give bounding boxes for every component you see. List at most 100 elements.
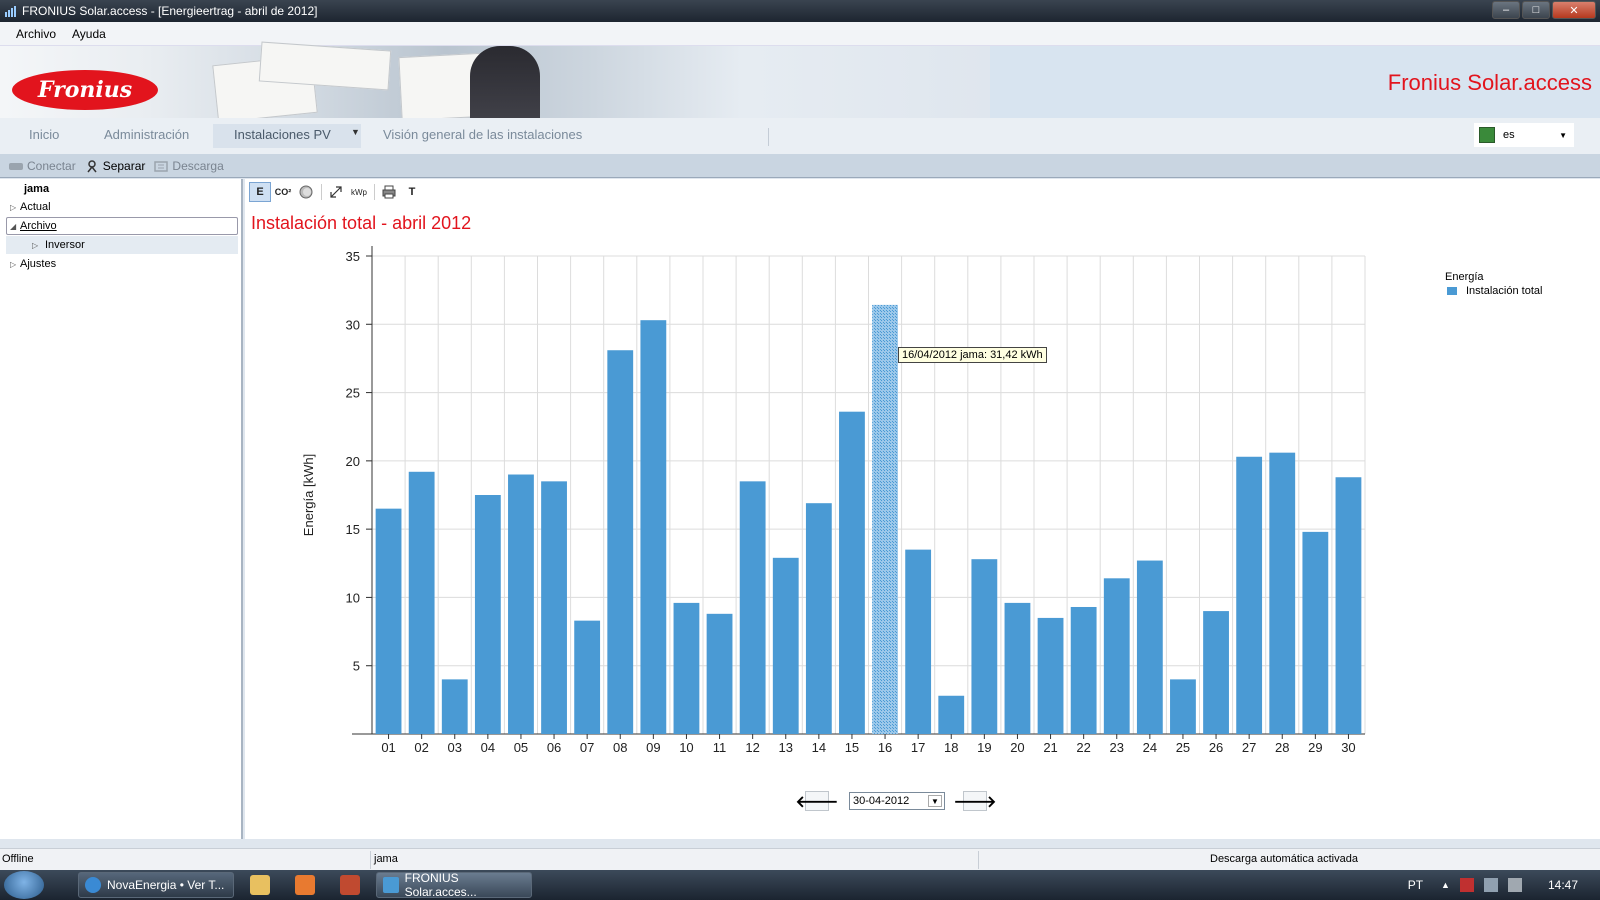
legend-title: Energía [1445,271,1484,283]
x-tick-label: 08 [613,740,627,755]
expand-icon[interactable]: ▷ [32,241,42,250]
menu-archivo[interactable]: Archivo [10,27,62,41]
x-tick-label: 29 [1308,740,1322,755]
y-tick-label: 20 [346,454,360,469]
x-tick-label: 06 [547,740,561,755]
browser-icon [85,877,101,893]
legend-item: Instalación total [1447,285,1542,297]
y-tick-label: 25 [346,386,360,401]
x-tick-label: 13 [779,740,793,755]
y-tick-label: 35 [346,249,360,264]
bar [1170,679,1196,734]
windows-taskbar: NovaEnergia • Ver T... FRONIUS Solar.acc… [0,870,1600,900]
next-month-button[interactable]: 🡒 [954,791,996,811]
tree-item-inversor[interactable]: ▷ Inversor [32,239,85,251]
legend-label: Instalación total [1466,285,1543,297]
date-navigator: 🡐 30-04-2012 ▼ 🡒 [796,791,996,811]
bar [1302,531,1329,734]
tab-administracion[interactable]: Administración [104,127,189,142]
x-tick-label: 11 [713,740,727,755]
network-signal-icon[interactable] [1483,878,1498,892]
expand-icon[interactable]: ▷ [10,260,20,269]
x-tick-label: 20 [1010,740,1024,755]
bar [805,503,832,734]
x-tick-label: 19 [977,740,991,755]
download-icon [154,160,169,172]
connect-label: Conectar [27,158,76,173]
x-tick-label: 30 [1341,740,1355,755]
volume-muted-icon[interactable] [1507,878,1522,892]
bar [839,411,865,734]
y-axis-label: Energía [kWh] [301,454,316,536]
chevron-down-icon[interactable]: ▼ [351,127,360,137]
y-tick-label: 15 [346,522,360,537]
bar [1236,456,1263,734]
nav-divider [768,128,769,146]
date-select[interactable]: 30-04-2012 ▼ [849,792,945,810]
x-tick-label: 27 [1242,740,1256,755]
bar [1335,477,1362,734]
start-button[interactable] [4,871,44,899]
bar [1004,602,1031,734]
x-tick-label: 21 [1043,740,1057,755]
bar [938,695,965,734]
x-tick-label: 12 [745,740,759,755]
expand-icon[interactable]: ▷ [10,203,20,212]
disconnect-label: Separar [102,158,146,173]
tree-item-actual[interactable]: ▷ Actual [10,201,51,213]
tree-root-jama[interactable]: jama [24,183,49,195]
x-tick-label: 16 [878,740,892,755]
language-select[interactable]: es ▼ [1474,123,1574,147]
explorer-icon[interactable] [250,875,270,895]
x-tick-label: 25 [1176,740,1190,755]
menu-bar: Archivo Ayuda [0,22,1600,46]
collapse-icon[interactable]: ◢ [10,222,20,231]
previous-month-button[interactable]: 🡐 [796,791,838,811]
fronius-logo: Fronius [12,70,158,110]
bar [772,557,799,734]
menu-ayuda[interactable]: Ayuda [66,27,112,41]
energy-bar-chart: 5 10 15 20 25 30 35 01 02 03 04 05 06 07 08 09 10 11 12 13 1… [301,246,1366,755]
main-navigation: Inicio Administración Instalaciones PV ▼… [0,118,1600,154]
bar [1203,611,1229,734]
bar [1269,452,1296,734]
bar [541,481,567,734]
disconnect-button[interactable]: Separar [84,158,146,173]
tray-expand-icon[interactable]: ▲ [1441,880,1450,890]
tab-instalaciones-pv[interactable]: Instalaciones PV [234,127,331,142]
status-divider [978,851,979,869]
task-label: FRONIUS Solar.acces... [404,871,477,899]
tree-item-ajustes[interactable]: ▷ Ajustes [10,258,56,270]
tab-inicio[interactable]: Inicio [29,127,59,142]
x-tick-label: 07 [580,740,594,755]
security-icon[interactable] [1459,878,1474,892]
tree-item-label: Ajustes [20,258,57,270]
date-value: 30-04-2012 [853,795,910,807]
x-tick-label: 02 [414,740,428,755]
tree-item-archivo[interactable]: ◢ Archivo [10,220,57,232]
tab-vision-general[interactable]: Visión general de las instalaciones [383,127,582,142]
input-language[interactable]: PT [1408,878,1423,892]
download-label: Descarga [172,158,224,173]
taskbar-item-browser[interactable]: NovaEnergia • Ver T... [78,872,234,898]
connect-icon [9,162,23,170]
maximize-button[interactable]: □ [1522,1,1550,19]
language-value: es [1503,129,1515,141]
office-icon[interactable] [340,875,360,895]
bar [574,620,601,734]
tree-item-label: Actual [20,201,51,213]
close-button[interactable]: ✕ [1552,1,1596,19]
bar-tooltip: 16/04/2012 jama: 31,42 kWh [898,347,1047,363]
x-tick-label: 03 [448,740,462,755]
tree-item-label: Inversor [45,239,85,251]
bar [1070,606,1097,734]
minimize-button[interactable]: – [1492,1,1520,19]
download-button[interactable]: Descarga [153,158,224,173]
bar [905,549,932,734]
taskbar-item-fronius[interactable]: FRONIUS Solar.acces... [376,871,532,899]
media-player-icon[interactable] [295,875,315,895]
bar [1037,617,1064,734]
connect-button[interactable]: Conectar [8,159,76,173]
chevron-down-icon[interactable]: ▼ [928,795,942,807]
x-tick-label: 05 [514,740,528,755]
